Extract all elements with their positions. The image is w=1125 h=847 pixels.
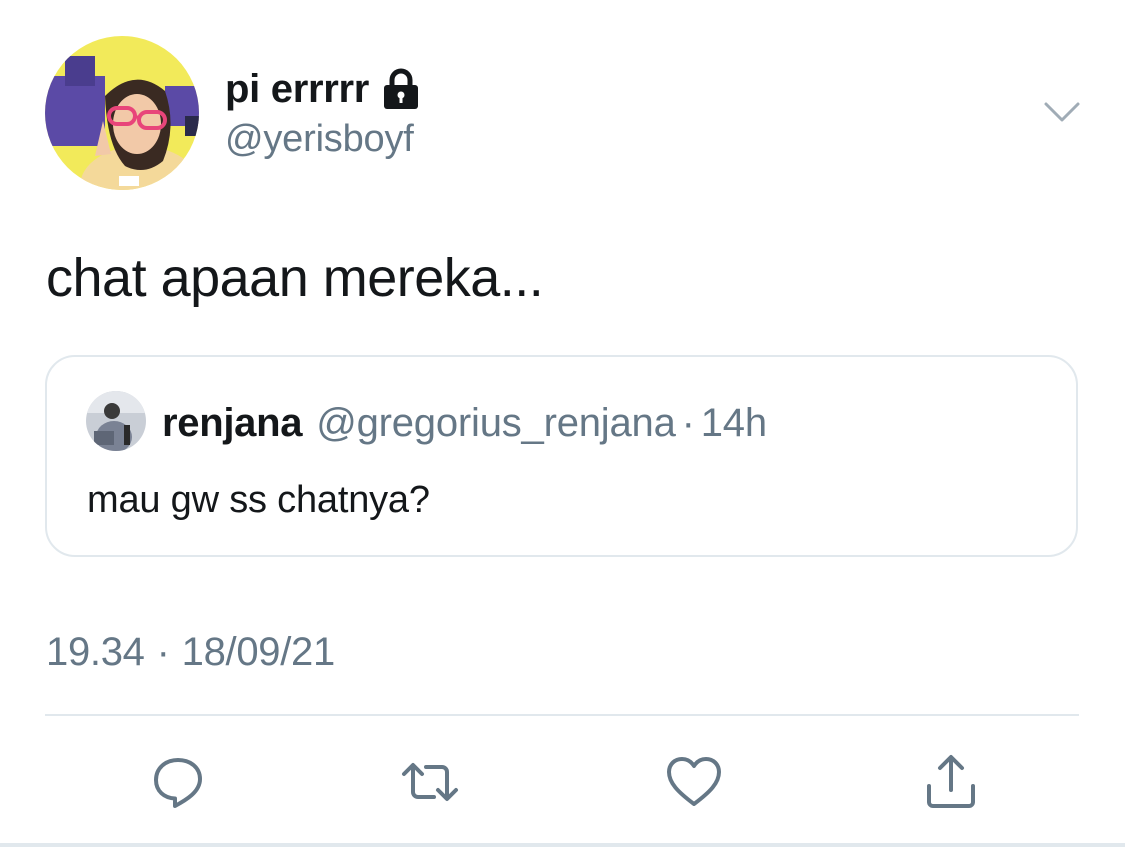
- retweet-icon: [402, 763, 458, 801]
- author-name-row: pi errrrr: [225, 66, 421, 112]
- quoted-tweet-card[interactable]: renjana @gregorius_renjana · 14h mau gw …: [45, 355, 1078, 557]
- like-button[interactable]: [664, 752, 724, 812]
- quoted-meta-separator: ·: [681, 401, 695, 445]
- quoted-author-avatar[interactable]: [86, 391, 146, 451]
- heart-icon: [667, 757, 721, 806]
- timestamp-separator: ·: [156, 630, 170, 674]
- share-button[interactable]: [921, 752, 981, 812]
- tweet-time: 19.34: [46, 630, 145, 674]
- chevron-down-icon[interactable]: [1038, 96, 1086, 132]
- quoted-tweet-text: mau gw ss chatnya?: [87, 479, 430, 521]
- lock-icon: [381, 68, 421, 110]
- author-avatar[interactable]: [45, 36, 199, 190]
- quoted-tweet-age: 14h: [700, 401, 767, 445]
- reply-button[interactable]: [148, 752, 208, 812]
- retweet-button[interactable]: [400, 752, 460, 812]
- author-handle[interactable]: @yerisboyf: [225, 118, 414, 161]
- tweet: pi errrrr @yerisboyf chat apaan mereka..…: [0, 0, 1125, 847]
- share-icon: [927, 755, 975, 808]
- quoted-tweet-meta: renjana @gregorius_renjana · 14h: [162, 399, 767, 447]
- author-display-name[interactable]: pi errrrr: [225, 67, 369, 112]
- bottom-divider: [0, 843, 1125, 847]
- tweet-text: chat apaan mereka...: [46, 248, 544, 308]
- quoted-author-name: renjana: [162, 401, 303, 445]
- quoted-author-handle: @gregorius_renjana: [316, 401, 676, 445]
- divider: [45, 714, 1079, 716]
- tweet-timestamp[interactable]: 19.34 · 18/09/21: [46, 630, 335, 675]
- tweet-date: 18/09/21: [181, 630, 336, 674]
- reply-icon: [154, 758, 202, 808]
